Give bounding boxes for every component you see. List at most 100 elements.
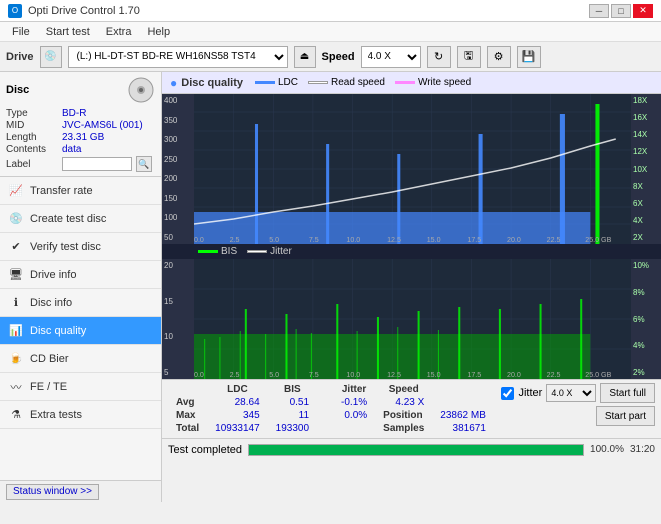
svg-text:5.0: 5.0 xyxy=(269,237,279,244)
content-wrapper: ● Disc quality LDC Read speed Write spee… xyxy=(162,72,661,502)
cd-bier-icon: 🍺 xyxy=(8,351,24,367)
app-title: Opti Drive Control 1.70 xyxy=(28,5,140,17)
empty-cell6 xyxy=(333,422,375,435)
svg-text:0.0: 0.0 xyxy=(194,237,204,244)
max-jitter-val: 0.0% xyxy=(333,409,375,422)
nav-label-cd-bier: CD Bier xyxy=(30,353,69,365)
contents-value: data xyxy=(62,144,81,155)
start-part-button[interactable]: Start part xyxy=(596,406,655,426)
sidebar-statusbar: Status window >> xyxy=(0,480,161,502)
svg-text:20.0: 20.0 xyxy=(507,372,521,379)
sidebar-item-disc-quality[interactable]: 📊 Disc quality xyxy=(0,317,161,345)
position-label: Position xyxy=(375,409,432,422)
drive-icon-btn[interactable]: 💿 xyxy=(40,46,62,68)
svg-text:17.5: 17.5 xyxy=(467,237,481,244)
svg-text:10.0: 10.0 xyxy=(346,372,360,379)
sidebar-item-verify-test-disc[interactable]: ✔ Verify test disc xyxy=(0,233,161,261)
save-button[interactable]: 💾 xyxy=(517,46,541,68)
sidebar-item-create-test-disc[interactable]: 💿 Create test disc xyxy=(0,205,161,233)
sidebar-item-cd-bier[interactable]: 🍺 CD Bier xyxy=(0,345,161,373)
lower-y-left: 20 15 10 5 xyxy=(162,259,194,379)
nav-label-disc-quality: Disc quality xyxy=(30,325,86,337)
lower-y-right: 10% 8% 6% 4% 2% xyxy=(631,259,661,379)
disc-icons xyxy=(127,76,155,104)
close-button[interactable]: ✕ xyxy=(633,4,653,18)
disc-header: Disc xyxy=(6,76,155,104)
upper-y-left: 400 350 300 250 200 150 100 50 xyxy=(162,94,194,244)
legend-ldc: LDC xyxy=(255,77,298,88)
avg-jitter-val: -0.1% xyxy=(333,396,375,409)
test-completed-label: Test completed xyxy=(168,444,242,456)
titlebar-controls: ─ □ ✕ xyxy=(589,4,653,18)
disc-panel: Disc Type BD-R MID JVC-AMS6L (001) xyxy=(0,72,161,177)
svg-text:25.0 GB: 25.0 GB xyxy=(585,372,611,379)
svg-text:12.5: 12.5 xyxy=(387,237,401,244)
svg-text:22.5: 22.5 xyxy=(547,237,561,244)
jitter-check-label: Jitter xyxy=(518,387,542,399)
speed-select-stats[interactable]: 4.0 X xyxy=(546,384,596,402)
dq-header: ● Disc quality LDC Read speed Write spee… xyxy=(162,72,661,94)
total-row-label: Total xyxy=(168,422,207,435)
status-window-button[interactable]: Status window >> xyxy=(6,484,99,500)
menu-help[interactable]: Help xyxy=(139,24,178,40)
minimize-button[interactable]: ─ xyxy=(589,4,609,18)
drive-select[interactable]: (L:) HL-DT-ST BD-RE WH16NS58 TST4 xyxy=(68,46,288,68)
main-layout: Disc Type BD-R MID JVC-AMS6L (001) xyxy=(0,72,661,502)
max-row-label: Max xyxy=(168,409,207,422)
avg-row-label: Avg xyxy=(168,396,207,409)
svg-text:2.5: 2.5 xyxy=(230,372,240,379)
svg-text:20.0: 20.0 xyxy=(507,237,521,244)
empty-cell2 xyxy=(317,383,333,396)
speed-select[interactable]: 4.0 X xyxy=(361,46,421,68)
dq-icon: ● xyxy=(170,76,177,90)
titlebar-left: O Opti Drive Control 1.70 xyxy=(8,4,140,18)
verify-test-disc-icon: ✔ xyxy=(8,239,24,255)
sidebar-item-drive-info[interactable]: 🖥 Drive info xyxy=(0,261,161,289)
label-input[interactable] xyxy=(62,157,132,171)
disc-mid-row: MID JVC-AMS6L (001) xyxy=(6,120,155,131)
empty-cell4 xyxy=(317,409,333,422)
jitter-checkbox[interactable] xyxy=(501,387,514,400)
maximize-button[interactable]: □ xyxy=(611,4,631,18)
legend-read-speed: Read speed xyxy=(308,77,385,88)
sidebar-item-extra-tests[interactable]: ⚗ Extra tests xyxy=(0,401,161,429)
disc-img-button[interactable]: 🖫 xyxy=(457,46,481,68)
eject-button[interactable]: ⏏ xyxy=(294,46,316,68)
length-label: Length xyxy=(6,132,58,143)
right-controls: Jitter 4.0 X Start full Start part xyxy=(501,383,655,426)
legend: LDC Read speed Write speed xyxy=(255,77,471,88)
menu-start-test[interactable]: Start test xyxy=(38,24,98,40)
svg-text:5.0: 5.0 xyxy=(269,372,279,379)
label-label: Label xyxy=(6,159,58,170)
start-full-button[interactable]: Start full xyxy=(600,383,655,403)
jitter-color xyxy=(247,250,267,253)
menu-file[interactable]: File xyxy=(4,24,38,40)
mid-value: JVC-AMS6L (001) xyxy=(62,120,143,131)
disc-quality-icon: 📊 xyxy=(8,323,24,339)
drive-info-icon: 🖥 xyxy=(8,267,24,283)
sidebar-item-fe-te[interactable]: 〰 FE / TE xyxy=(0,373,161,401)
svg-text:2.5: 2.5 xyxy=(230,237,240,244)
type-value: BD-R xyxy=(62,108,86,119)
write-speed-label: Write speed xyxy=(418,77,471,88)
disc-info-icon: ℹ xyxy=(8,295,24,311)
empty-cell3 xyxy=(317,396,333,409)
sidebar-item-transfer-rate[interactable]: 📈 Transfer rate xyxy=(0,177,161,205)
nav-label-verify-test-disc: Verify test disc xyxy=(30,241,101,253)
ldc-label: LDC xyxy=(278,77,298,88)
legend-write-speed: Write speed xyxy=(395,77,471,88)
disc-contents-row: Contents data xyxy=(6,144,155,155)
refresh-button[interactable]: ↻ xyxy=(427,46,451,68)
menu-extra[interactable]: Extra xyxy=(98,24,140,40)
label-search-button[interactable]: 🔍 xyxy=(136,156,152,172)
stats-panel: LDC BIS Jitter Speed Avg 28.64 0.51 -0.1… xyxy=(162,379,661,438)
disc-length-row: Length 23.31 GB xyxy=(6,132,155,143)
lower-chart-header: BIS Jitter xyxy=(162,244,661,259)
bis-color xyxy=(198,250,218,253)
sidebar-item-disc-info[interactable]: ℹ Disc info xyxy=(0,289,161,317)
create-test-disc-icon: 💿 xyxy=(8,211,24,227)
titlebar: O Opti Drive Control 1.70 ─ □ ✕ xyxy=(0,0,661,22)
settings-button[interactable]: ⚙ xyxy=(487,46,511,68)
total-ldc-val: 10933147 xyxy=(207,422,268,435)
nav-label-create-test-disc: Create test disc xyxy=(30,213,106,225)
